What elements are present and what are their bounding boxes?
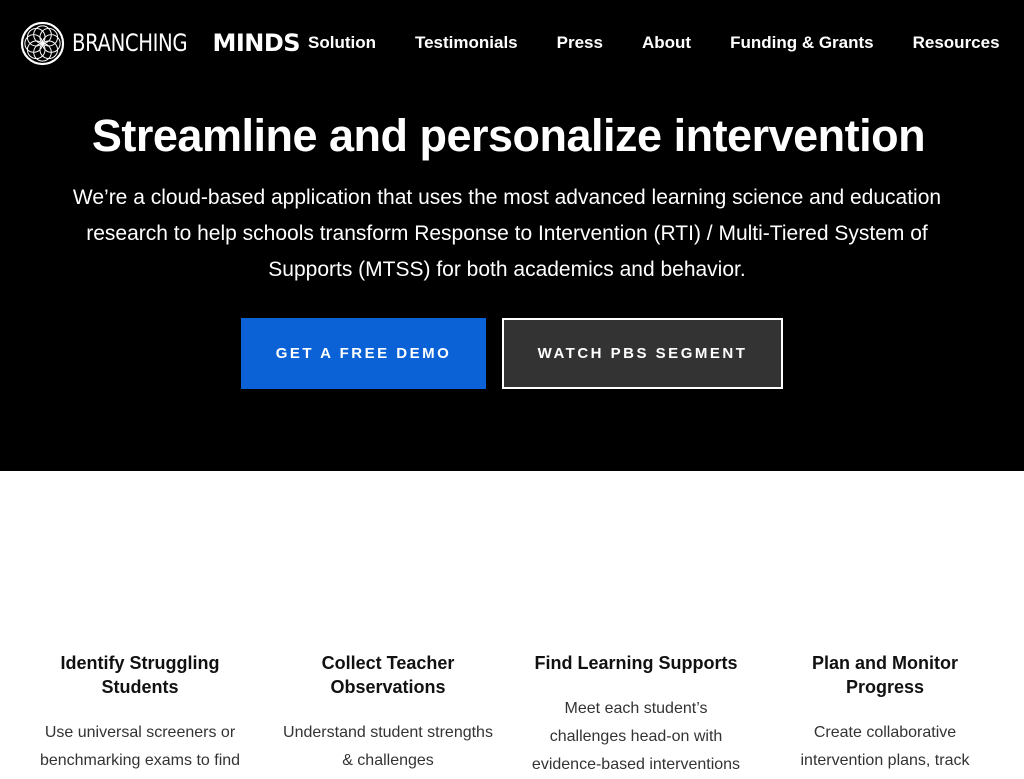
- feature-description: Meet each student’s challenges head-on w…: [531, 700, 741, 773]
- main-nav: Solution Testimonials Press About Fundin…: [308, 31, 1024, 55]
- watch-pbs-segment-button[interactable]: WATCH PBS SEGMENT: [502, 318, 783, 389]
- get-free-demo-button[interactable]: GET A FREE DEMO: [241, 318, 486, 389]
- feature-description: Create collaborative intervention plans,…: [800, 724, 970, 769]
- hero-subheadline: We’re a cloud-based application that use…: [72, 186, 942, 281]
- nav-item-about[interactable]: About: [642, 31, 691, 55]
- nav-item-press[interactable]: Press: [557, 31, 603, 55]
- feature-identify-students: Identify Struggling Students Use univers…: [30, 651, 250, 775]
- logo-wordmark: BRANCHING MINDS: [72, 29, 301, 57]
- feature-title: Plan and Monitor Progress: [812, 653, 958, 697]
- branching-minds-logo-icon: [20, 21, 65, 65]
- nav-item-resources[interactable]: Resources: [913, 31, 1000, 55]
- hero-headline: Streamline and personalize intervention: [91, 110, 926, 161]
- feature-plan-monitor: Plan and Monitor Progress Create collabo…: [775, 651, 995, 775]
- logo-text-bold: MINDS: [212, 29, 301, 57]
- feature-title: Identify Struggling Students: [60, 653, 220, 697]
- nav-item-testimonials[interactable]: Testimonials: [415, 31, 518, 55]
- nav-item-solution[interactable]: Solution: [308, 31, 376, 55]
- feature-title: Collect Teacher Observations: [321, 653, 455, 697]
- feature-title: Find Learning Supports: [534, 653, 738, 673]
- feature-description: Understand student strengths & challenge…: [283, 724, 493, 769]
- logo-text-light: BRANCHING: [72, 29, 188, 57]
- feature-teacher-observations: Collect Teacher Observations Understand …: [278, 651, 498, 775]
- features-section: Identify Struggling Students Use univers…: [0, 471, 1024, 773]
- feature-learning-supports: Find Learning Supports Meet each student…: [526, 651, 746, 779]
- nav-item-funding-grants[interactable]: Funding & Grants: [730, 31, 874, 55]
- hero-section: BRANCHING MINDS Solution Testimonials Pre…: [0, 0, 1024, 471]
- site-logo[interactable]: BRANCHING MINDS: [20, 20, 301, 66]
- feature-description: Use universal screeners or benchmarking …: [39, 724, 241, 769]
